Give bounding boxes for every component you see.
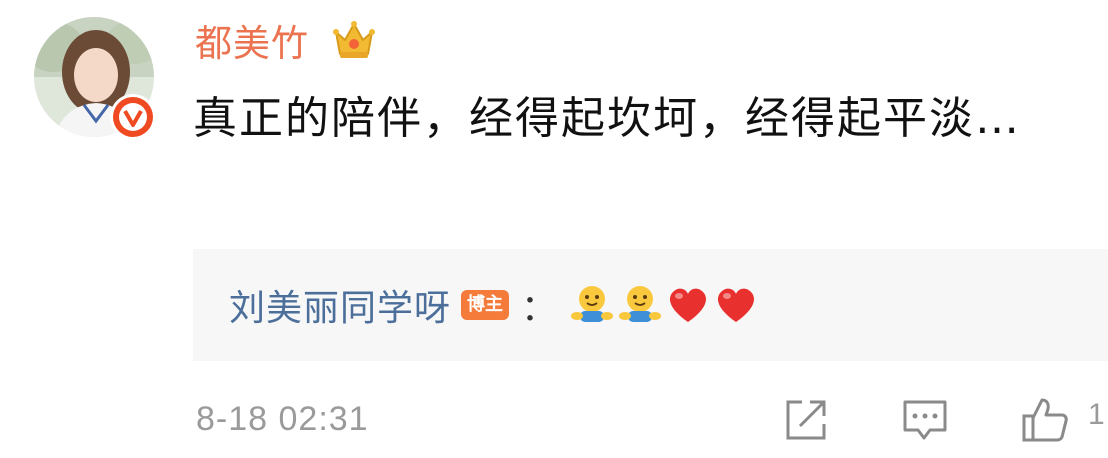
comment-username[interactable]: 都美竹 (195, 20, 309, 68)
like-count: 1 (1088, 398, 1105, 431)
heart-emoji (670, 288, 707, 322)
reply-line: 刘美丽同学呀 博主 ： (229, 277, 761, 333)
reply-box[interactable]: 刘美丽同学呀 博主 ： (193, 249, 1108, 361)
timestamp: 8-18 02:31 (196, 400, 369, 438)
weibo-comment-card: 都美竹 真正的陪伴，经得起坎坷，经得起平淡… 刘美丽同学呀 博主 ： 8-18 … (0, 0, 1108, 458)
verified-icon (110, 94, 156, 140)
comment-icon[interactable] (900, 396, 950, 444)
hug-emoji (571, 286, 614, 322)
hug-emoji (619, 286, 662, 322)
like-icon[interactable] (1020, 396, 1070, 444)
reply-colon: ： (521, 288, 558, 329)
share-icon[interactable] (780, 396, 830, 444)
crown-icon (333, 21, 375, 58)
comment-text: 真正的陪伴，经得起坎坷，经得起平淡… (193, 93, 1021, 144)
blogger-badge: 博主 (461, 290, 510, 320)
reply-username[interactable]: 刘美丽同学呀 (229, 279, 451, 331)
heart-emoji (718, 288, 755, 322)
